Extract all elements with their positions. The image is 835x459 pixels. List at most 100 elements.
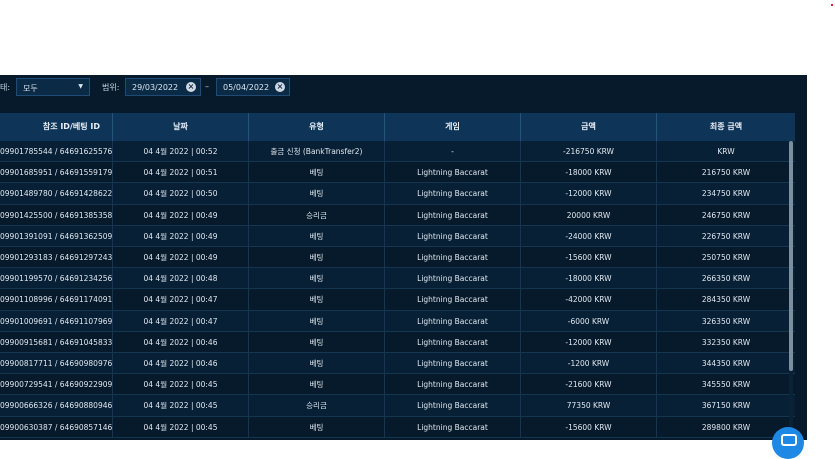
- cell-amount: 20000 KRW: [521, 204, 657, 226]
- cell-amount: -42000 KRW: [521, 289, 657, 311]
- cell-game: Lightning Baccarat: [385, 416, 521, 438]
- cell-game: Lightning Baccarat: [385, 395, 521, 417]
- cell-final-amount: KRW: [717, 147, 735, 156]
- cell-amount: -12000 KRW: [521, 331, 657, 353]
- table-row[interactable]: 09900630387 / 64690857146 04 4월 2022 | 00…: [0, 416, 795, 438]
- cell-final-amount: 246750 KRW: [701, 210, 751, 220]
- cell-game: Lightning Baccarat: [385, 162, 521, 184]
- date-to-value: 05/04/2022: [223, 83, 270, 92]
- cell-type: 승리금: [249, 204, 385, 226]
- table-row[interactable]: 09901009691 / 64691107969 04 4월 2022 | 00…: [0, 310, 795, 332]
- cell-date: 04 4월 2022 | 00:49: [113, 247, 249, 268]
- cell-final-amount: 345550 KRW: [701, 380, 751, 390]
- cell-game: Lightning Baccarat: [385, 374, 521, 396]
- cell-type: 베팅: [249, 331, 385, 353]
- column-header-game[interactable]: 게임: [385, 113, 521, 141]
- cell-ref-id: 09901009691 / 64691107969: [0, 310, 113, 332]
- cell-type: 베팅: [249, 289, 385, 311]
- cell-final-amount: 216750 KRW: [701, 168, 751, 178]
- cell-date: 04 4월 2022 | 00:45: [113, 395, 249, 417]
- range-label: 범위:: [102, 83, 120, 92]
- cell-date: 04 4월 2022 | 00:50: [113, 183, 249, 205]
- cell-type: 베팅: [249, 247, 385, 268]
- cell-date: 04 4월 2022 | 00:49: [113, 204, 249, 226]
- table-row[interactable]: 09901685951 / 64691559179 04 4월 2022 | 00…: [0, 162, 795, 184]
- table-row[interactable]: 09901293183 / 64691297243 04 4월 2022 | 00…: [0, 247, 795, 269]
- chat-icon: [781, 434, 797, 446]
- cell-ref-id: 09900729541 / 64690922909: [0, 374, 113, 396]
- clear-x-icon[interactable]: ×: [186, 82, 196, 92]
- cell-ref-id: 09901391091 / 64691362509: [0, 225, 113, 247]
- column-header-final-amount[interactable]: 최종 금액: [657, 113, 795, 141]
- cell-type: 출금 신청 (BankTransfer2): [249, 141, 385, 162]
- filter-bar: 태: 모두 ▼ 범위: 29/03/2022 × – 05/04/2022 ×: [0, 75, 807, 113]
- cell-date: 04 4월 2022 | 00:46: [113, 353, 249, 374]
- cell-type: 베팅: [249, 310, 385, 332]
- cell-ref-id: 09900915681 / 64691045833: [0, 331, 113, 353]
- cell-type: 승리금: [249, 395, 385, 417]
- cell-ref-id: 09901425500 / 64691385358: [0, 204, 113, 226]
- table-header: 참조 ID/베팅 ID 날짜 유형 게임 금액 최종 금액: [0, 113, 795, 141]
- cell-type: 베팅: [249, 225, 385, 247]
- cell-game: Lightning Baccarat: [385, 331, 521, 353]
- cell-amount: -18000 KRW: [521, 162, 657, 184]
- column-header-amount[interactable]: 금액: [521, 113, 657, 141]
- cell-type: 베팅: [249, 374, 385, 396]
- table-row[interactable]: 09900729541 / 64690922909 04 4월 2022 | 00…: [0, 374, 795, 396]
- date-to-field[interactable]: 05/04/2022 ×: [216, 78, 290, 96]
- cell-amount: -216750 KRW: [521, 141, 657, 162]
- cell-type: 베팅: [249, 416, 385, 438]
- status-select[interactable]: 모두 ▼: [16, 78, 90, 96]
- cell-amount: -24000 KRW: [521, 225, 657, 247]
- cell-date: 04 4월 2022 | 00:52: [113, 141, 249, 162]
- chevron-down-icon: ▼: [78, 83, 83, 90]
- table-row[interactable]: 09900817711 / 64690980976 04 4월 2022 | 00…: [0, 353, 795, 375]
- cell-type: 베팅: [249, 268, 385, 290]
- clear-x-icon[interactable]: ×: [275, 82, 285, 92]
- cell-game: Lightning Baccarat: [385, 353, 521, 374]
- red-dot-marker: [831, 4, 833, 6]
- status-filter-label: 태:: [0, 83, 11, 92]
- chat-button[interactable]: [772, 427, 804, 459]
- cell-amount: -21600 KRW: [521, 374, 657, 396]
- table-row[interactable]: 09901391091 / 64691362509 04 4월 2022 | 00…: [0, 225, 795, 247]
- cell-game: Lightning Baccarat: [385, 225, 521, 247]
- cell-type: 베팅: [249, 162, 385, 184]
- cell-ref-id: 09901489780 / 64691428622: [0, 183, 113, 205]
- cell-ref-id: 09901199570 / 64691234256: [0, 268, 113, 290]
- cell-date: 04 4월 2022 | 00:47: [113, 289, 249, 311]
- column-header-date[interactable]: 날짜: [113, 113, 249, 141]
- scrollbar-thumb[interactable]: [789, 141, 793, 371]
- date-from-field[interactable]: 29/03/2022 ×: [125, 78, 201, 96]
- cell-amount: -6000 KRW: [521, 310, 657, 332]
- cell-final-amount: 332350 KRW: [701, 337, 751, 347]
- table-row[interactable]: 09901425500 / 64691385358 04 4월 2022 | 00…: [0, 204, 795, 226]
- cell-amount: 77350 KRW: [521, 395, 657, 417]
- column-header-ref-id[interactable]: 참조 ID/베팅 ID: [0, 113, 113, 141]
- cell-ref-id: 09901785544 / 64691625576: [0, 141, 113, 162]
- cell-amount: -15600 KRW: [521, 247, 657, 268]
- table-row[interactable]: 09900915681 / 64691045833 04 4월 2022 | 00…: [0, 331, 795, 353]
- table-row[interactable]: 09901785544 / 64691625576 04 4월 2022 | 00…: [0, 141, 795, 163]
- cell-type: 베팅: [249, 183, 385, 205]
- cell-date: 04 4월 2022 | 00:45: [113, 374, 249, 396]
- table-row[interactable]: 09901199570 / 64691234256 04 4월 2022 | 00…: [0, 268, 795, 290]
- cell-date: 04 4월 2022 | 00:46: [113, 331, 249, 353]
- cell-final-amount: 250750 KRW: [701, 253, 751, 262]
- column-header-type[interactable]: 유형: [249, 113, 385, 141]
- cell-date: 04 4월 2022 | 00:45: [113, 416, 249, 438]
- cell-ref-id: 09901685951 / 64691559179: [0, 162, 113, 184]
- cell-date: 04 4월 2022 | 00:49: [113, 225, 249, 247]
- table-row[interactable]: 09901489780 / 64691428622 04 4월 2022 | 00…: [0, 183, 795, 205]
- cell-date: 04 4월 2022 | 00:48: [113, 268, 249, 290]
- cell-final-amount: 234750 KRW: [701, 189, 751, 199]
- cell-game: Lightning Baccarat: [385, 247, 521, 268]
- cell-game: Lightning Baccarat: [385, 204, 521, 226]
- cell-amount: -1200 KRW: [521, 353, 657, 374]
- cell-ref-id: 09901108996 / 64691174091: [0, 289, 113, 311]
- cell-game: Lightning Baccarat: [385, 310, 521, 332]
- table-row[interactable]: 09901108996 / 64691174091 04 4월 2022 | 00…: [0, 289, 795, 311]
- cell-date: 04 4월 2022 | 00:47: [113, 310, 249, 332]
- table-row[interactable]: 09900666326 / 64690880946 04 4월 2022 | 00…: [0, 395, 795, 417]
- cell-amount: -18000 KRW: [521, 268, 657, 290]
